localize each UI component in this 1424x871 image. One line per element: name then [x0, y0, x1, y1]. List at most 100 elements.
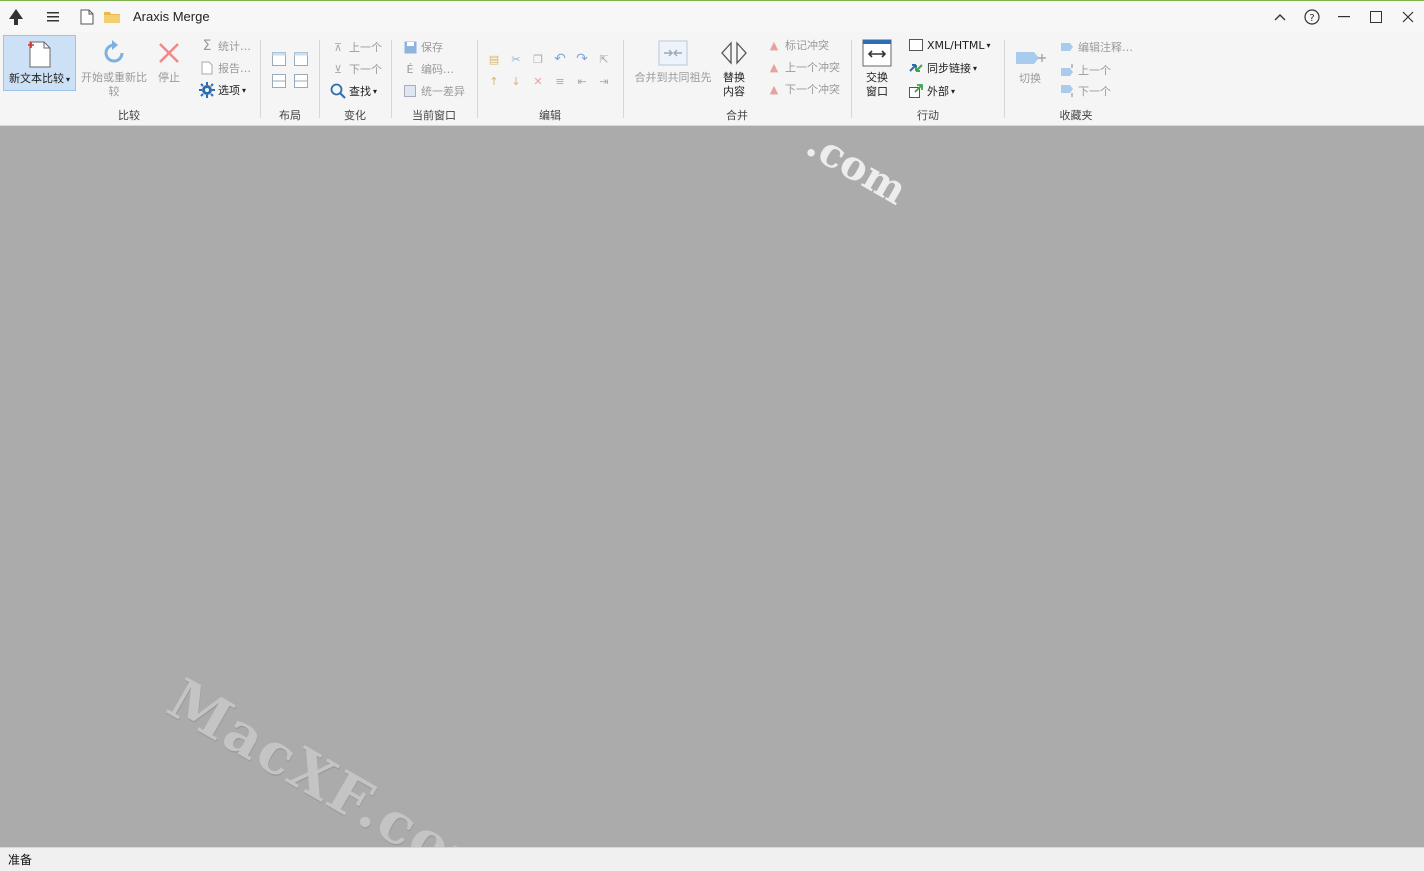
stats-label: 统计… — [218, 40, 251, 53]
group-compare: 新文本比较 ▾ 开始或重新比较 停止 Σ 统计… 报告… 选项 ▾ 比较 — [0, 32, 258, 126]
group-label-merge: 合并 — [726, 109, 748, 122]
group-current-window: 保存 É 编码… 统一差异 当前窗口 — [393, 32, 475, 126]
work-area: .com MacXF.com — [0, 126, 1424, 847]
copy-icon[interactable]: ❐ — [529, 50, 547, 68]
next-bookmark-button[interactable]: 下一个 — [1058, 81, 1111, 101]
warning-down-icon: ▲ — [769, 82, 779, 96]
watermark-top: .com — [798, 126, 915, 215]
refresh-icon — [97, 35, 131, 71]
prev-change-button[interactable]: ⊼ 上一个 — [329, 37, 382, 57]
options-button[interactable]: 选项 ▾ — [198, 80, 246, 100]
find-label: 查找 — [349, 85, 371, 98]
outdent-icon[interactable]: ⇤ — [573, 72, 591, 90]
ribbon-divider — [851, 40, 852, 118]
report-button[interactable]: 报告… — [198, 58, 251, 78]
wrap-lines-icon[interactable]: ≡ — [551, 72, 569, 90]
status-bar: 准备 — [0, 847, 1424, 871]
maximize-icon[interactable] — [1360, 1, 1392, 32]
watermark: MacXF.com — [157, 666, 518, 847]
minimize-icon[interactable] — [1328, 1, 1360, 32]
menu-icon[interactable] — [42, 6, 64, 28]
unify-icon — [401, 82, 419, 100]
toggle-bookmark-label: 切换 — [1019, 72, 1041, 85]
save-button[interactable]: 保存 — [401, 37, 443, 57]
ribbon-divider — [477, 40, 478, 118]
toggle-bookmark-button[interactable]: 切换 — [1010, 44, 1050, 86]
search-icon — [329, 82, 347, 100]
move-up-icon[interactable]: ↑ — [485, 72, 503, 90]
sync-link-button[interactable]: 同步链接 ▾ — [907, 58, 977, 78]
undo-icon[interactable]: ↶ — [551, 50, 569, 68]
new-document-icon[interactable] — [76, 6, 98, 28]
mark-conflict-button[interactable]: ▲ 标记冲突 — [765, 35, 829, 55]
new-text-compare-button[interactable]: 新文本比较 ▾ — [3, 35, 76, 91]
select-cursor-icon[interactable]: ⇱ — [595, 50, 613, 68]
merge-common-ancestor-button[interactable]: 合并到共同祖先 — [631, 35, 715, 85]
ribbon-divider — [391, 40, 392, 118]
mark-conflict-label: 标记冲突 — [785, 39, 829, 52]
prev-bookmark-button[interactable]: 上一个 — [1058, 60, 1111, 80]
external-button[interactable]: 外部 ▾ — [907, 81, 955, 101]
prev-conflict-button[interactable]: ▲ 上一个冲突 — [765, 57, 840, 77]
replace-content-icon — [717, 35, 751, 71]
layout-two-pane-icon[interactable] — [270, 50, 288, 68]
indent-icon[interactable]: ⇥ — [595, 72, 613, 90]
new-text-compare-label: 新文本比较 — [8, 72, 64, 85]
stats-button[interactable]: Σ 统计… — [198, 36, 251, 56]
sync-link-icon — [907, 59, 925, 77]
save-label: 保存 — [421, 41, 443, 54]
replace-content-button[interactable]: 替换内容 — [715, 35, 753, 99]
unify-diff-label: 统一差异 — [421, 85, 465, 98]
layout-vertical-icon[interactable] — [292, 72, 310, 90]
xml-icon — [907, 36, 925, 54]
stop-label: 停止 — [158, 71, 180, 84]
sync-link-label: 同步链接 — [927, 62, 971, 75]
find-button[interactable]: 查找 ▾ — [329, 81, 377, 101]
swap-icon — [860, 35, 894, 71]
new-compare-icon — [23, 36, 57, 72]
group-label-bookmarks: 收藏夹 — [1059, 109, 1093, 122]
move-down-icon[interactable]: ↓ — [507, 72, 525, 90]
gear-icon — [198, 81, 216, 99]
cut-icon[interactable]: ✂ — [507, 50, 525, 68]
edit-note-button[interactable]: 编辑注释… — [1058, 37, 1133, 57]
warning-icon: ▲ — [769, 38, 779, 52]
xml-html-button[interactable]: XML/HTML ▾ — [907, 35, 991, 55]
group-bookmarks: 切换 编辑注释… 上一个 下一个 收藏夹 — [1006, 32, 1146, 126]
paste-icon[interactable]: ▤ — [485, 50, 503, 68]
group-label-changes: 变化 — [344, 109, 366, 122]
save-icon — [401, 38, 419, 56]
encoding-icon: É — [406, 62, 414, 76]
title-bar: Araxis Merge ? — [0, 0, 1424, 32]
redo-icon[interactable]: ↷ — [573, 50, 591, 68]
next-conflict-button[interactable]: ▲ 下一个冲突 — [765, 79, 840, 99]
edit-note-label: 编辑注释… — [1078, 41, 1133, 54]
app-title: Araxis Merge — [133, 9, 210, 24]
group-layout: 布局 — [262, 32, 318, 126]
next-bookmark-label: 下一个 — [1078, 85, 1111, 98]
window-controls: ? — [1264, 1, 1424, 32]
delete-lines-icon[interactable]: ✕ — [529, 72, 547, 90]
help-icon[interactable]: ? — [1296, 1, 1328, 32]
app-logo-icon[interactable] — [5, 6, 27, 28]
arrow-up-icon: ⊼ — [333, 40, 343, 54]
group-label-compare: 比较 — [118, 109, 140, 122]
stop-button[interactable]: 停止 — [153, 35, 185, 85]
open-folder-icon[interactable] — [101, 6, 123, 28]
swap-window-button[interactable]: 交换窗口 — [857, 35, 897, 99]
layout-horizontal-icon[interactable] — [270, 72, 288, 90]
merge-ancestor-icon — [656, 35, 690, 71]
unify-diff-button[interactable]: 统一差异 — [401, 81, 465, 101]
group-edit: ▤ ✂ ❐ ↶ ↷ ⇱ ↑ ↓ ✕ ≡ ⇤ ⇥ 编辑 — [479, 32, 621, 126]
prev-conflict-label: 上一个冲突 — [785, 61, 840, 74]
group-merge: 合并到共同祖先 替换内容 ▲ 标记冲突 ▲ 上一个冲突 ▲ 下一个冲突 合并 — [625, 32, 849, 126]
encoding-button[interactable]: É 编码… — [401, 59, 454, 79]
close-icon[interactable] — [1392, 1, 1424, 32]
bookmark-icon — [1013, 44, 1047, 72]
status-text: 准备 — [8, 853, 33, 867]
next-change-button[interactable]: ⊻ 下一个 — [329, 59, 382, 79]
collapse-ribbon-icon[interactable] — [1264, 1, 1296, 32]
start-recompare-button[interactable]: 开始或重新比较 — [78, 35, 150, 99]
bookmark-down-icon — [1058, 82, 1076, 100]
layout-three-pane-icon[interactable] — [292, 50, 310, 68]
